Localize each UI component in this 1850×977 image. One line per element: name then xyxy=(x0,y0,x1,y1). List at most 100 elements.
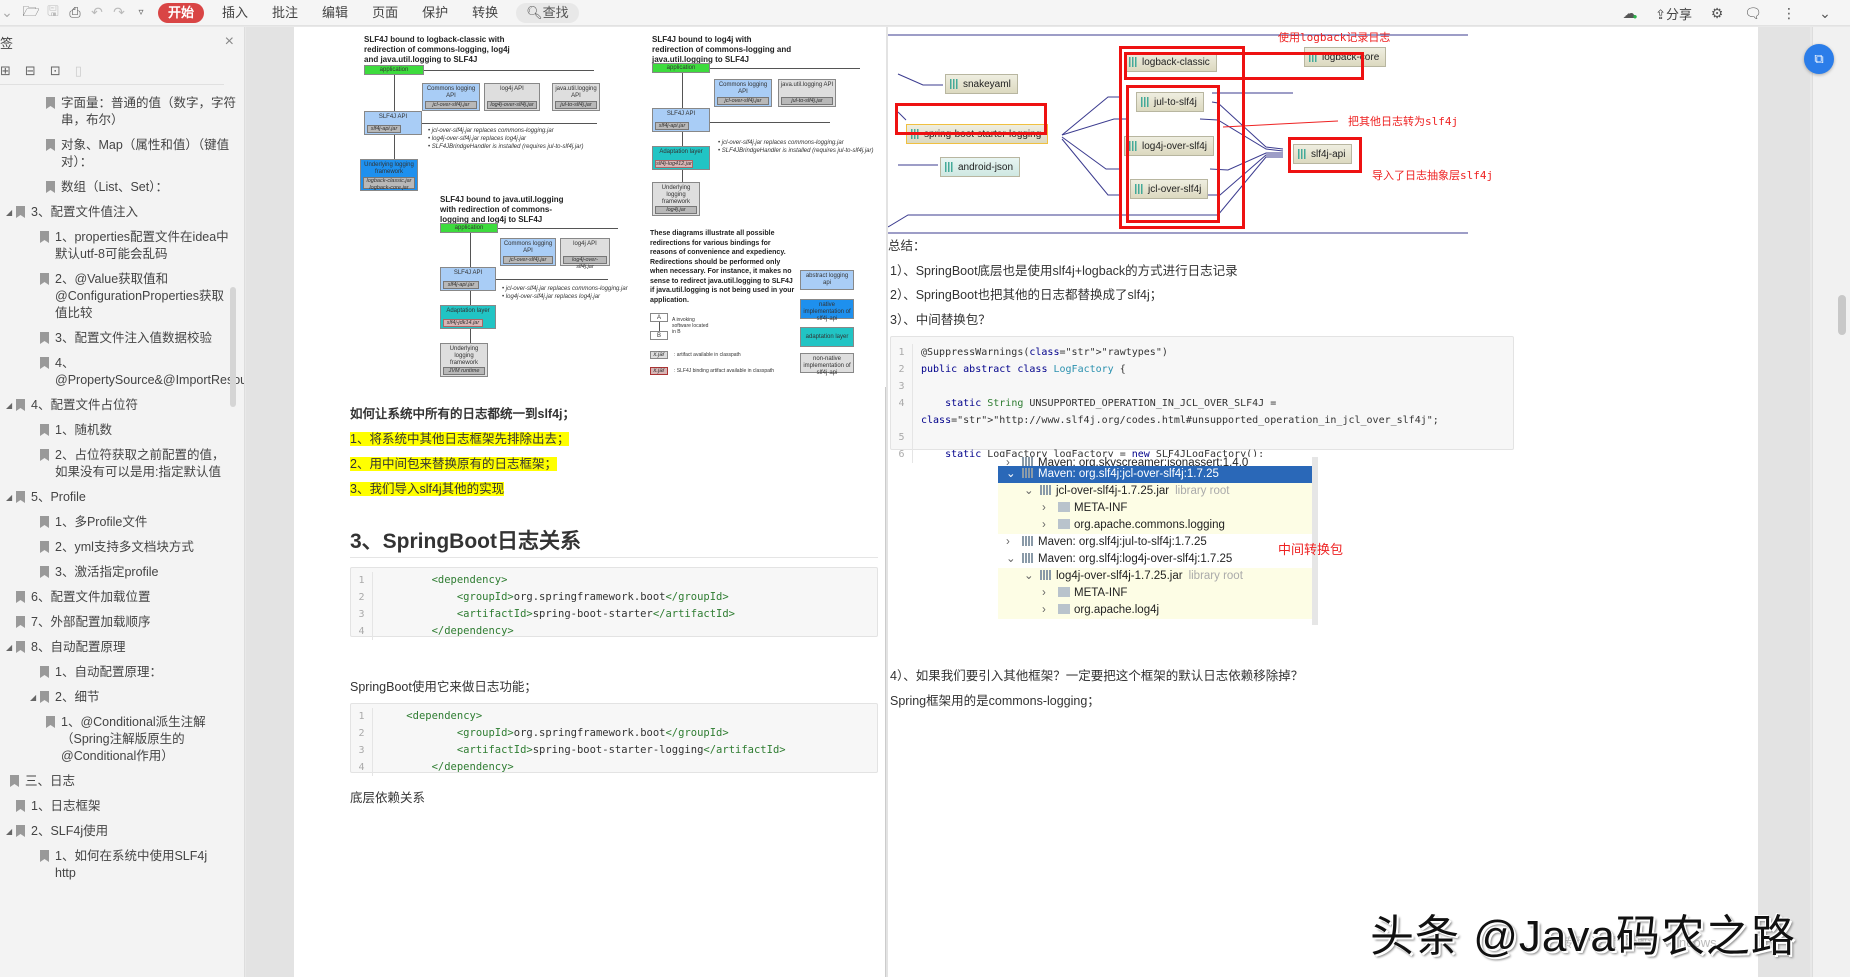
tree-node[interactable]: ⌄ log4j-over-slf4j-1.7.25.jar library root xyxy=(998,568,1312,585)
tree-node-label: META-INF xyxy=(1074,502,1128,514)
vertical-scroll-thumb[interactable] xyxy=(1838,295,1846,335)
expand-triangle-icon[interactable]: ◢ xyxy=(6,823,16,840)
expand-all-icon[interactable]: ⊞ xyxy=(0,63,11,79)
folder-open-icon[interactable]: 🗁 xyxy=(20,2,42,24)
node-snakeyaml[interactable]: snakeyaml xyxy=(945,74,1018,94)
legend-native: native implementation of slf4j-api xyxy=(800,299,854,322)
sidebar-outline-item[interactable]: 1、多Profile文件 xyxy=(0,510,244,535)
expand-triangle-icon[interactable]: ◢ xyxy=(6,397,16,414)
menu-convert[interactable]: 转换 xyxy=(460,3,510,23)
sidebar-outline-item[interactable]: ◢ 2、细节 xyxy=(0,685,244,710)
chevron-right-icon[interactable]: › xyxy=(1042,500,1058,517)
search-button[interactable]: 🔍︎查找 xyxy=(516,2,579,23)
collapse-all-icon[interactable]: ⊟ xyxy=(25,63,36,79)
sidebar-outline-item[interactable]: 4、@PropertySource&@ImportResource&@Bean xyxy=(0,351,244,393)
sidebar-outline-item[interactable]: 1、properties配置文件在idea中默认utf-8可能会乱码 xyxy=(0,225,244,267)
menu-comment[interactable]: 批注 xyxy=(260,3,310,23)
sidebar-outline-item[interactable]: 1、自动配置原理： xyxy=(0,660,244,685)
tree-node-label: org.apache.log4j xyxy=(1074,604,1160,616)
chevron-right-icon[interactable]: › xyxy=(1006,534,1022,551)
menu-page[interactable]: 页面 xyxy=(360,3,410,23)
tree-node[interactable]: › META-INF xyxy=(998,585,1312,602)
sidebar-scrollbar[interactable] xyxy=(230,287,236,407)
chevron-down-icon[interactable]: ⌄ xyxy=(1006,551,1022,568)
code-block-starter[interactable]: 1 <dependency> 2 <groupId>org.springframe… xyxy=(350,567,878,640)
sidebar-outline-item[interactable]: 三、日志 xyxy=(0,769,244,794)
chevron-right-icon[interactable]: › xyxy=(1042,602,1058,619)
sidebar-outline-item[interactable]: 3、激活指定profile xyxy=(0,560,244,585)
expand-triangle-icon[interactable]: ◢ xyxy=(6,639,16,656)
menu-insert[interactable]: 插入 xyxy=(210,3,260,23)
sidebar-outline-item[interactable]: 数组（List、Set）： xyxy=(0,175,244,200)
sidebar-outline-item[interactable]: 6、配置文件加载位置 xyxy=(0,585,244,610)
tree-node[interactable]: ⌄ jcl-over-slf4j-1.7.25.jar library root xyxy=(998,483,1312,500)
sidebar-outline-item[interactable]: ◢ 3、配置文件值注入 xyxy=(0,200,244,225)
sidebar-outline-item[interactable]: ◢ 5、Profile xyxy=(0,485,244,510)
tree-node[interactable]: ⌄ Maven: org.slf4j:log4j-over-slf4j:1.7.2… xyxy=(998,551,1312,568)
cloud-sync-icon[interactable]: ☁ ● xyxy=(1619,2,1641,24)
sidebar-outline-item[interactable]: ◢ 8、自动配置原理 xyxy=(0,635,244,660)
chevron-down-icon[interactable]: ⌄ xyxy=(1814,2,1836,24)
expand-triangle-icon[interactable]: ◢ xyxy=(30,689,40,706)
para-exclude-defaults: 4）、如果我们要引入其他框架？一定要把这个框架的默认日志依赖移除掉？ xyxy=(890,669,1304,683)
menu-edit[interactable]: 编辑 xyxy=(310,3,360,23)
menu-protect[interactable]: 保护 xyxy=(410,3,460,23)
code-block-starter-logging[interactable]: 1 <dependency> 2 <groupId>org.springframe… xyxy=(350,703,878,776)
chevron-right-icon[interactable]: › xyxy=(1042,517,1058,534)
comment-icon[interactable]: 🗨︎ xyxy=(1742,2,1764,24)
sidebar-outline-item[interactable]: 3、配置文件注入值数据校验 xyxy=(0,326,244,351)
tree-node[interactable]: › Maven: org.slf4j:jul-to-slf4j:1.7.25 xyxy=(998,534,1312,551)
print-icon[interactable]: ⎙ xyxy=(64,2,86,24)
sidebar-outline-item[interactable]: 2、yml支持多文档块方式 xyxy=(0,535,244,560)
tree-node[interactable]: ⌄ Maven: org.slf4j:jcl-over-slf4j:1.7.25 xyxy=(998,466,1312,483)
d3-slf4j-label: SLF4J API xyxy=(453,270,483,276)
tree-node[interactable]: ›Maven: org.slf4j:slf4j-api:1.7.25 xyxy=(998,619,1312,625)
code-text: @SuppressWarnings(class="str">"rawtypes"… xyxy=(921,347,1168,358)
expand-triangle-icon[interactable]: ◢ xyxy=(6,204,16,221)
d1-note-2: • log4j-over-slf4j.jar replaces log4j.ja… xyxy=(428,136,527,142)
d2-adapt-jar: slf4j-log412.jar xyxy=(655,160,693,168)
tree-node[interactable]: › org.apache.log4j xyxy=(998,602,1312,619)
tree-node[interactable]: › Maven: org.skyscreamer:jsonassert:1.4.0 xyxy=(998,457,1312,466)
node-android-json[interactable]: android-json xyxy=(940,157,1021,177)
chevron-right-icon[interactable]: › xyxy=(1006,457,1022,466)
settings-icon[interactable]: ⚙ xyxy=(1706,2,1728,24)
sidebar-outline-item[interactable]: 1、如何在系统中使用SLF4j http xyxy=(0,844,244,886)
outline-item-label: 8、自动配置原理 xyxy=(31,640,126,654)
share-button[interactable]: ⇪分享 xyxy=(1655,4,1692,23)
sidebar-outline-item[interactable]: 2、占位符获取之前配置的值，如果没有可以是用:指定默认值 xyxy=(0,443,244,485)
sidebar-outline-item[interactable]: 2、@Value获取值和@ConfigurationProperties获取值比… xyxy=(0,267,244,326)
sidebar-outline-item[interactable]: 7、外部配置加载顺序 xyxy=(0,610,244,635)
sidebar-outline-item[interactable]: 字面量：普通的值（数字，字符串，布尔） xyxy=(0,91,244,133)
sidebar-outline-item[interactable]: 1、@Conditional派生注解（Spring注解版原生的@Conditio… xyxy=(0,710,244,769)
chevron-down-icon[interactable]: ⌄ xyxy=(1006,466,1022,483)
menu-start[interactable]: 开始 xyxy=(158,2,205,23)
code-block-logfactory[interactable]: 1 @SuppressWarnings(class="str">"rawtypes… xyxy=(890,336,1514,463)
sidebar-outline-item[interactable]: ◢ 4、配置文件占位符 xyxy=(0,393,244,418)
sidebar-outline-item[interactable]: 1、随机数 xyxy=(0,418,244,443)
tree-node[interactable]: › META-INF xyxy=(998,500,1312,517)
vertical-scrollbar[interactable] xyxy=(1812,27,1850,977)
chevron-right-icon[interactable]: › xyxy=(1042,585,1058,602)
line-number: 3 xyxy=(351,742,373,759)
floating-action-button[interactable]: ⧉ xyxy=(1804,44,1834,74)
save-icon[interactable]: 🖫 xyxy=(42,2,64,24)
code-line: 2 public abstract class LogFactory { xyxy=(891,361,1513,378)
close-icon[interactable]: × xyxy=(225,33,234,51)
sidebar-outline-item[interactable]: 对象、Map（属性和值）（键值对）： xyxy=(0,133,244,175)
collapse-chevron-icon[interactable]: ⌄ xyxy=(0,2,14,24)
code-line: 3 <artifactId>spring-boot-starter</artif… xyxy=(351,606,877,623)
undo-icon[interactable]: ↶ xyxy=(86,2,108,24)
sidebar-outline-item[interactable]: ◢ 2、SLF4j使用 xyxy=(0,819,244,844)
chevron-down-icon[interactable]: ⌄ xyxy=(1024,568,1040,585)
chevron-right-icon[interactable]: › xyxy=(1006,619,1022,625)
more-vertical-icon[interactable]: ⋮ xyxy=(1778,2,1800,24)
expand-triangle-icon[interactable]: ◢ xyxy=(6,489,16,506)
tree-node[interactable]: › org.apache.commons.logging xyxy=(998,517,1312,534)
chevron-down-icon[interactable]: ⌄ xyxy=(1024,483,1040,500)
redo-icon[interactable]: ↷ xyxy=(108,2,130,24)
more-dropdown-icon[interactable]: ▿ xyxy=(130,2,152,24)
sidebar-outline-item[interactable]: 1、日志框架 xyxy=(0,794,244,819)
remove-bookmark-icon[interactable]: ▯ xyxy=(75,63,82,79)
add-bookmark-icon[interactable]: ⊡ xyxy=(50,63,61,79)
